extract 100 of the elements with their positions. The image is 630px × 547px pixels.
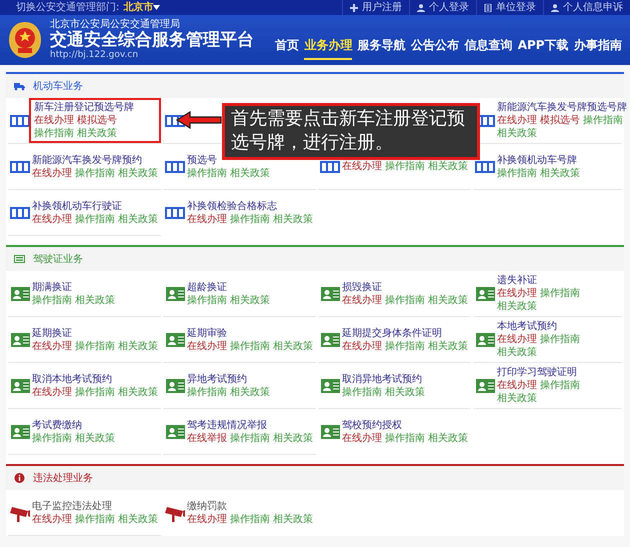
service-title[interactable]: 超龄换证 [187, 280, 227, 294]
info-link[interactable]: 相关政策 [230, 166, 270, 180]
service-title[interactable]: 损毁换证 [342, 280, 382, 294]
action-link[interactable]: 在线办理 [497, 379, 537, 392]
nav-tab[interactable]: 公告公布 [411, 36, 460, 60]
action-link[interactable]: 在线办理 [187, 340, 227, 352]
info-link[interactable]: 相关政策 [497, 346, 537, 359]
info-link[interactable]: 相关政策 [273, 432, 313, 444]
service-title[interactable]: 异地考试预约 [187, 372, 247, 386]
service-title[interactable]: 取消本地考试预约 [32, 372, 112, 386]
info-link[interactable]: 相关政策 [273, 513, 313, 526]
city-dropdown[interactable]: 北京市 [123, 0, 154, 15]
info-link[interactable]: 相关政策 [428, 294, 468, 306]
action-link[interactable]: 在线办理 [32, 512, 72, 526]
action-link[interactable]: 在线办理 [32, 166, 72, 180]
info-link[interactable]: 操作指南 [583, 114, 623, 127]
info-link[interactable]: 相关政策 [428, 432, 468, 445]
info-link[interactable]: 相关政策 [75, 432, 115, 444]
info-link[interactable]: 相关政策 [118, 166, 158, 180]
nav-tab[interactable]: 服务导航 [358, 36, 406, 60]
service-title[interactable]: 本地考试预约 [497, 320, 557, 333]
nav-tab[interactable]: 办事指南 [574, 36, 622, 60]
action-link[interactable]: 模拟选号 [540, 114, 580, 127]
info-link[interactable]: 操作指南 [230, 340, 270, 352]
nav-tab[interactable]: 信息查询 [464, 36, 512, 60]
action-link[interactable]: 在线办理 [187, 513, 227, 526]
action-link[interactable]: 在线举报 [187, 432, 227, 444]
info-link[interactable]: 相关政策 [273, 213, 313, 226]
info-link[interactable]: 操作指南 [342, 386, 382, 398]
info-link[interactable]: 操作指南 [230, 432, 270, 444]
info-link[interactable]: 操作指南 [75, 386, 115, 398]
info-link[interactable]: 相关政策 [75, 294, 115, 306]
service-title[interactable]: 缴纳罚款 [187, 500, 227, 513]
nav-tab[interactable]: APP下载 [518, 36, 569, 60]
info-link[interactable]: 相关政策 [497, 300, 537, 313]
info-link[interactable]: 相关政策 [540, 166, 580, 180]
info-link[interactable]: 操作指南 [540, 379, 580, 392]
service-title[interactable]: 取消异地考试预约 [342, 372, 422, 386]
info-link[interactable]: 操作指南 [187, 386, 227, 398]
info-link[interactable]: 相关政策 [497, 127, 537, 140]
service-title[interactable]: 新能源汽车换发号牌预选号牌 [497, 101, 627, 114]
info-link[interactable]: 相关政策 [385, 386, 425, 398]
info-link[interactable]: 操作指南 [187, 294, 227, 306]
service-title[interactable]: 新能源汽车换发号牌预约 [32, 154, 142, 166]
service-title[interactable]: 新车注册登记预选号牌 [34, 101, 134, 114]
info-link[interactable]: 操作指南 [385, 340, 425, 352]
service-title[interactable]: 遗失补证 [497, 274, 537, 287]
service-title[interactable]: 补换领检验合格标志 [187, 200, 277, 213]
service-title[interactable]: 打印学习驾驶证明 [497, 366, 577, 379]
action-link[interactable]: 在线办理 [497, 114, 537, 127]
info-link[interactable]: 相关政策 [428, 160, 468, 173]
service-title[interactable]: 电子监控违法处理 [32, 500, 112, 512]
action-link[interactable]: 在线办理 [497, 287, 537, 300]
info-link[interactable]: 操作指南 [75, 512, 115, 526]
action-link[interactable]: 在线办理 [32, 386, 72, 398]
info-link[interactable]: 操作指南 [75, 166, 115, 180]
action-link[interactable]: 在线办理 [342, 160, 382, 173]
action-link[interactable]: 在线办理 [32, 340, 72, 352]
nav-tab[interactable]: 业务办理 [304, 36, 352, 60]
info-link[interactable]: 相关政策 [118, 340, 158, 352]
action-link[interactable]: 在线办理 [34, 114, 74, 127]
info-link[interactable]: 操作指南 [187, 166, 227, 180]
info-link[interactable]: 操作指南 [34, 127, 74, 140]
info-link[interactable]: 操作指南 [75, 212, 115, 226]
service-title[interactable]: 期满换证 [32, 280, 72, 294]
info-link[interactable]: 相关政策 [230, 294, 270, 306]
action-link[interactable]: 在线办理 [342, 432, 382, 445]
info-link[interactable]: 相关政策 [118, 512, 158, 526]
info-link[interactable]: 操作指南 [385, 294, 425, 306]
info-link[interactable]: 相关政策 [230, 386, 270, 398]
info-link[interactable]: 操作指南 [385, 432, 425, 445]
action-link[interactable]: 在线办理 [342, 294, 382, 306]
service-title[interactable]: 补换领机动车号牌 [497, 154, 577, 166]
info-link[interactable]: 操作指南 [32, 294, 72, 306]
action-link[interactable]: 在线办理 [342, 340, 382, 352]
info-link[interactable]: 相关政策 [118, 212, 158, 226]
service-title[interactable]: 驾校预约授权 [342, 419, 402, 432]
info-link[interactable]: 操作指南 [75, 340, 115, 352]
action-link[interactable]: 模拟选号 [77, 114, 117, 127]
info-link[interactable]: 操作指南 [540, 287, 580, 300]
info-link[interactable]: 相关政策 [497, 392, 537, 405]
site-url[interactable]: http://bj.122.gov.cn [50, 50, 254, 61]
service-title[interactable]: 延期审验 [187, 326, 227, 340]
info-link[interactable]: 操作指南 [32, 432, 72, 444]
service-title[interactable]: 考试费缴纳 [32, 418, 82, 432]
info-link[interactable]: 操作指南 [385, 160, 425, 173]
info-link[interactable]: 操作指南 [230, 213, 270, 226]
service-title[interactable]: 驾考违规情况举报 [187, 418, 267, 432]
info-link[interactable]: 相关政策 [428, 340, 468, 352]
service-title[interactable]: 延期换证 [32, 326, 72, 340]
service-title[interactable]: 预选号 [187, 154, 217, 166]
info-link[interactable]: 操作指南 [497, 166, 537, 180]
info-link[interactable]: 相关政策 [273, 340, 313, 352]
info-link[interactable]: 操作指南 [230, 513, 270, 526]
action-link[interactable]: 在线办理 [32, 212, 72, 226]
nav-tab[interactable]: 首页 [275, 36, 299, 60]
service-title[interactable]: 延期提交身体条件证明 [342, 326, 442, 340]
action-link[interactable]: 在线办理 [187, 213, 227, 226]
info-link[interactable]: 操作指南 [540, 333, 580, 346]
service-title[interactable]: 补换领机动车行驶证 [32, 200, 122, 212]
